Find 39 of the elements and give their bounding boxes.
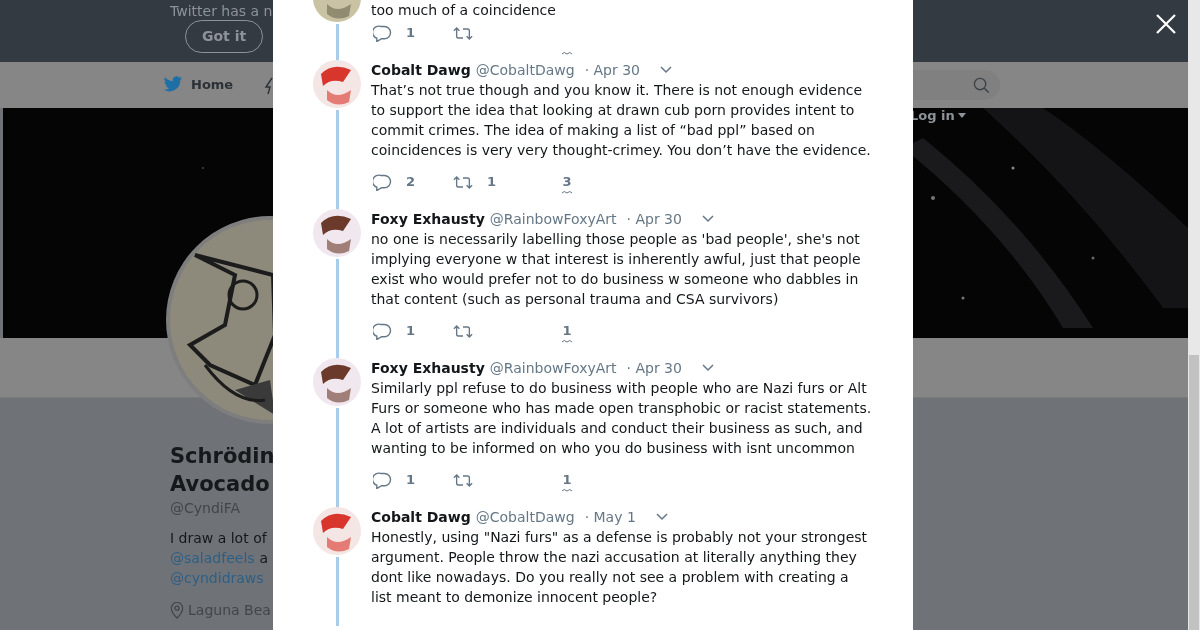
author-handle[interactable]: @RainbowFoxyArt [489, 357, 617, 379]
reply-count: 1 [406, 24, 416, 43]
bio-text: I draw a lot of [170, 529, 267, 548]
scroll-thumb[interactable] [1189, 355, 1199, 630]
bio-text: a [259, 549, 269, 568]
like-count: 1 [562, 471, 572, 490]
close-icon[interactable] [1155, 13, 1177, 35]
author-handle[interactable]: @CobaltDawg [475, 59, 575, 81]
tweet-text: Similarly ppl refuse to do business with people who are Nazi furs or Alt Furs or someone who has made open transphobic or racist statements. A lot of artists are individuals and conduct their business as such, and wanting to be informed on who you do business with isnt uncommon [371, 379, 873, 458]
retweet-icon[interactable] [453, 472, 473, 488]
search-icon [973, 76, 990, 94]
chevron-down-icon[interactable] [701, 364, 714, 372]
squiggle-icon [561, 488, 573, 493]
squiggle-icon [561, 339, 573, 344]
reply-count: 1 [406, 471, 416, 490]
location-pin-icon [170, 602, 184, 619]
author-name[interactable]: Foxy Exhausty [371, 357, 485, 379]
reply-icon[interactable] [373, 24, 392, 42]
tweet-text: Honestly, using "Nazi furs" as a defense is probably not your strongest argument. People throw the nazi accusation at literally anything they dont like nowadays. Do you really not see a problem with creating a list meant to demonize innocent people? [371, 528, 869, 607]
chevron-down-icon[interactable] [660, 66, 673, 74]
home-link[interactable]: Home [163, 75, 234, 95]
scrollbar[interactable] [1188, 0, 1200, 630]
profile-name: Schrödin Avocado [170, 443, 275, 498]
reply-icon[interactable] [373, 471, 392, 489]
tweet-text: too much of a coincidence [371, 1, 557, 20]
author-handle[interactable]: @CobaltDawg [475, 506, 575, 528]
chevron-down-icon[interactable] [655, 513, 668, 521]
tweet-date[interactable]: · May 1 [584, 506, 636, 528]
squiggle-icon [561, 51, 573, 55]
bird-icon [163, 76, 183, 94]
retweet-icon[interactable] [453, 25, 473, 41]
thread-line [335, 24, 339, 62]
tweet-date[interactable]: · Apr 30 [584, 59, 641, 81]
author-name[interactable]: Cobalt Dawg [371, 59, 471, 81]
lightning-icon[interactable] [264, 77, 273, 95]
banner-text: Twitter has a n [170, 2, 273, 21]
thread-line [335, 557, 339, 626]
author-name[interactable]: Cobalt Dawg [371, 506, 471, 528]
tweet-date[interactable]: · Apr 30 [626, 357, 682, 379]
